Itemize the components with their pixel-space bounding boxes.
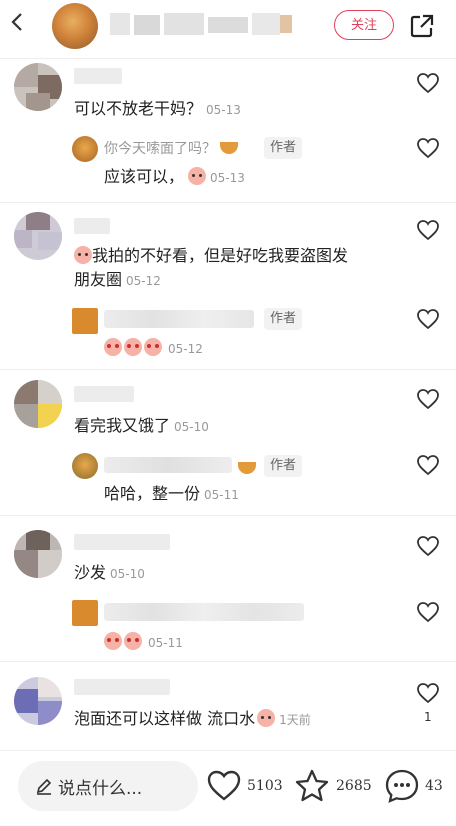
emoji-icon [104,632,122,650]
reply-avatar[interactable] [72,308,98,334]
commenter-avatar[interactable] [14,380,62,428]
divider [0,58,456,59]
commenter-name-blurred[interactable] [74,534,170,550]
comment-input-placeholder: 说点什么... [58,779,143,799]
share-icon[interactable] [409,13,435,39]
pencil-icon [34,776,54,796]
reply-target-name-blurred [104,457,232,473]
commenter-avatar[interactable] [14,212,62,260]
comment-bubble-icon[interactable] [384,768,420,804]
reply-target-name-blurred [104,603,304,621]
like-count: 5103 [247,778,283,794]
like-heart-icon[interactable] [416,601,440,623]
reply-text: 05-12 [104,336,203,361]
star-icon[interactable] [294,768,330,804]
commenter-avatar[interactable] [14,677,62,725]
reply-text: 哈哈，整一份 05-11 [104,484,239,503]
comment-text: 看完我又饿了 05-10 [74,416,209,435]
like-heart-icon[interactable] [206,768,242,804]
comment-count: 43 [425,778,443,794]
emoji-icon [104,338,122,356]
emoji-icon [74,246,92,264]
like-heart-icon[interactable] [416,219,440,241]
divider [0,661,456,662]
reply-avatar[interactable] [72,600,98,626]
like-heart-icon[interactable] [416,682,440,704]
commenter-avatar[interactable] [14,530,62,578]
divider [0,202,456,203]
commenter-name-blurred[interactable] [74,68,122,84]
emoji-icon [257,709,276,727]
star-count: 2685 [336,778,372,794]
commenter-name-blurred[interactable] [74,679,170,695]
emoji-icon [188,167,207,185]
noodle-emoji-icon [220,142,239,154]
comment-text: 可以不放老干妈？ 05-13 [74,99,241,118]
emoji-icon [124,338,142,356]
reply-avatar[interactable] [72,453,98,479]
commenter-avatar[interactable] [14,63,62,111]
author-badge: 作者 [264,308,303,330]
reply-text: 应该可以， 05-13 [104,167,245,186]
follow-button[interactable]: 关注 [334,10,394,40]
like-heart-icon[interactable] [416,454,440,476]
comment-text: 我拍的不好看，但是好吃我要盗图发 朋友圈 05-12 [74,246,349,289]
commenter-name-blurred[interactable] [74,386,134,402]
back-icon[interactable] [10,12,24,37]
like-heart-icon[interactable] [416,388,440,410]
divider [0,369,456,370]
top-bar: 关注 [0,0,456,52]
author-name-blurred [110,13,310,35]
reply-target-name-blurred [104,310,254,328]
comment-input[interactable]: 说点什么... [18,761,198,811]
comment-text: 泡面还可以这样做 流口水 1天前 [74,709,311,728]
emoji-icon [124,632,142,650]
commenter-name-blurred[interactable] [74,218,110,234]
comment-text: 沙发 05-10 [74,563,145,582]
author-avatar[interactable] [52,3,98,49]
noodle-emoji-icon [238,458,256,477]
reply-target-name: 你今天嗦面了吗？ [104,138,239,158]
like-heart-icon[interactable] [416,535,440,557]
divider [0,515,456,516]
author-badge: 作者 [264,455,303,477]
author-badge: 作者 [264,137,303,159]
reply-text: 05-11 [104,630,183,655]
emoji-icon [144,338,162,356]
like-count: 1 [424,710,432,724]
like-heart-icon[interactable] [416,308,440,330]
like-heart-icon[interactable] [416,137,440,159]
like-heart-icon[interactable] [416,72,440,94]
reply-avatar[interactable] [72,136,98,162]
